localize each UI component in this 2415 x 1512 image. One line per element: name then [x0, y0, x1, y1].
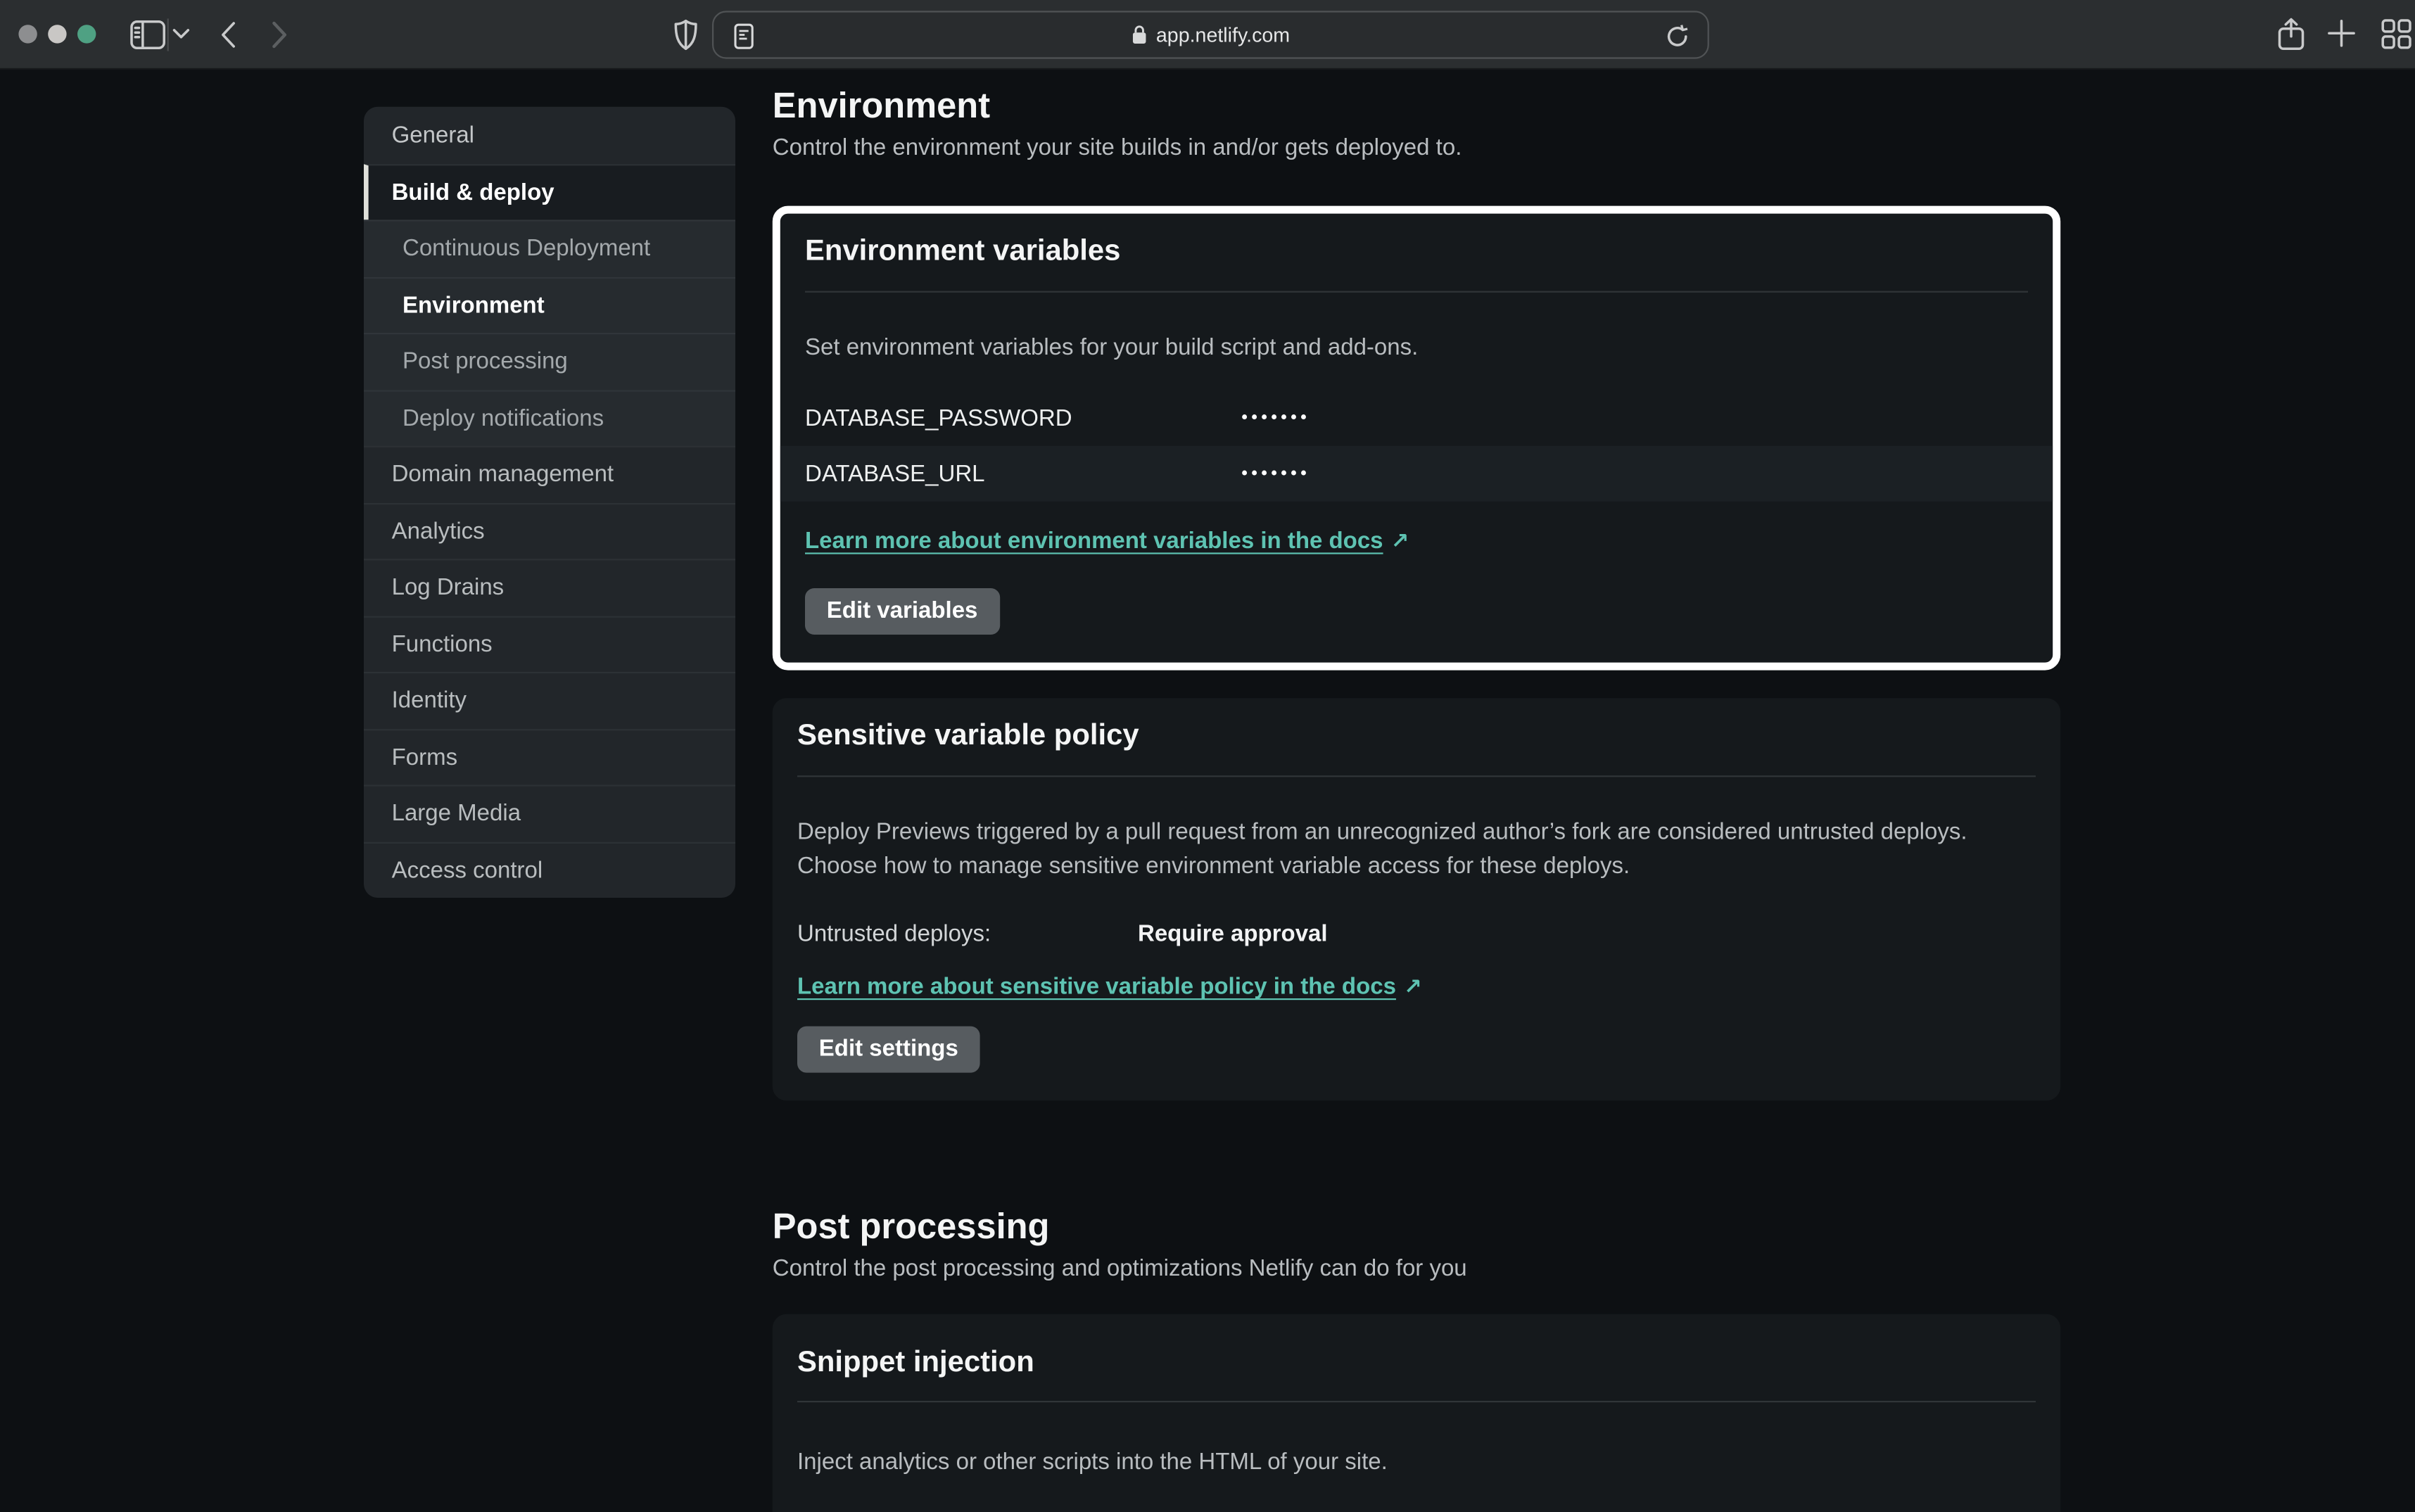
reload-button[interactable] [1666, 23, 1689, 57]
privacy-report-button[interactable] [673, 18, 698, 51]
share-button[interactable] [2277, 17, 2305, 51]
untrusted-deploys-label: Untrusted deploys: [797, 921, 1138, 947]
external-link-icon: ↗ [1404, 974, 1422, 998]
browser-toolbar: app.netlify.com [0, 0, 2415, 70]
env-var-row: DATABASE_URL ••••••• [780, 446, 2053, 502]
environment-section-description: Control the environment your site builds… [773, 133, 2060, 164]
snippet-injection-title: Snippet injection [797, 1345, 2036, 1383]
sidebar-item-analytics[interactable]: Analytics [364, 502, 735, 559]
settings-sidebar: General Build & deploy Continuous Deploy… [364, 107, 735, 898]
env-var-row: DATABASE_PASSWORD ••••••• [780, 390, 2053, 445]
environment-section-title: Environment [773, 84, 2060, 127]
sensitive-variable-policy-card: Sensitive variable policy Deploy Preview… [773, 698, 2060, 1100]
env-var-masked-value: ••••••• [1241, 464, 1310, 483]
sidebar-item-access-control[interactable]: Access control [364, 841, 735, 898]
sensitive-policy-description: Deploy Previews triggered by a pull requ… [797, 815, 1992, 884]
sidebar-item-deploy-notifications[interactable]: Deploy notifications [364, 389, 735, 445]
sidebar-item-functions[interactable]: Functions [364, 616, 735, 672]
untrusted-deploys-value: Require approval [1138, 921, 1328, 947]
netlify-settings-page: app.netlify.com [0, 0, 2415, 1512]
lock-icon [1132, 25, 1147, 45]
forward-icon [270, 20, 290, 50]
plus-icon [2327, 18, 2357, 48]
back-button[interactable] [218, 20, 239, 50]
post-processing-section-title: Post processing [773, 1205, 2060, 1248]
zoom-window-button[interactable] [77, 25, 96, 43]
chevron-down-icon [172, 28, 190, 41]
new-tab-button[interactable] [2327, 18, 2357, 48]
env-vars-docs-link[interactable]: Learn more about environment variables i… [805, 528, 1383, 554]
sidebar-item-general[interactable]: General [364, 107, 735, 163]
minimize-window-button[interactable] [48, 25, 66, 43]
sidebar-item-environment[interactable]: Environment [364, 277, 735, 333]
sidebar-toggle-icon [130, 20, 166, 50]
sidebar-menu-button[interactable] [172, 28, 190, 41]
forward-button[interactable] [270, 20, 290, 50]
card-divider [797, 775, 2036, 777]
environment-variables-card: Environment variables Set environment va… [773, 206, 2060, 671]
toolbar-divider [167, 18, 169, 51]
tab-overview-icon [2381, 18, 2412, 49]
snippet-injection-description: Inject analytics or other scripts into t… [797, 1446, 2036, 1480]
env-var-name: DATABASE_PASSWORD [805, 405, 1241, 431]
card-divider [797, 1401, 2036, 1402]
post-processing-section-description: Control the post processing and optimiza… [773, 1254, 2060, 1285]
close-window-button[interactable] [18, 25, 37, 43]
env-var-masked-value: ••••••• [1241, 409, 1310, 427]
url-display: app.netlify.com [714, 13, 1707, 58]
reload-icon [1666, 23, 1689, 49]
address-bar[interactable]: app.netlify.com [712, 11, 1709, 58]
shield-icon [673, 18, 698, 51]
sensitive-policy-docs-link[interactable]: Learn more about sensitive variable poli… [797, 974, 1396, 1000]
card-divider [805, 291, 2028, 293]
edit-variables-button[interactable]: Edit variables [805, 588, 999, 635]
edit-settings-button[interactable]: Edit settings [797, 1027, 980, 1073]
sidebar-item-post-processing[interactable]: Post processing [364, 333, 735, 389]
sidebar-item-domain-management[interactable]: Domain management [364, 446, 735, 502]
sidebar-item-continuous-deployment[interactable]: Continuous Deployment [364, 220, 735, 276]
sidebar-item-forms[interactable]: Forms [364, 728, 735, 784]
environment-variables-title: Environment variables [805, 234, 2028, 271]
sidebar-item-build-deploy[interactable]: Build & deploy [364, 163, 735, 220]
sidebar-item-large-media[interactable]: Large Media [364, 784, 735, 841]
env-var-name: DATABASE_URL [805, 461, 1241, 487]
share-icon [2277, 17, 2305, 51]
environment-variables-list: DATABASE_PASSWORD ••••••• DATABASE_URL •… [780, 390, 2053, 501]
sensitive-policy-title: Sensitive variable policy [797, 718, 2036, 756]
url-text: app.netlify.com [1156, 23, 1290, 46]
tab-overview-button[interactable] [2381, 18, 2412, 49]
settings-content: Environment Control the environment your… [773, 70, 2060, 1512]
back-icon [218, 20, 239, 50]
sidebar-item-identity[interactable]: Identity [364, 672, 735, 728]
snippet-injection-card: Snippet injection Inject analytics or ot… [773, 1314, 2060, 1512]
external-link-icon: ↗ [1391, 528, 1409, 552]
sidebar-toggle-button[interactable] [130, 20, 166, 50]
untrusted-deploys-row: Untrusted deploys: Require approval [797, 921, 2036, 947]
environment-variables-description: Set environment variables for your build… [805, 331, 2028, 365]
sidebar-item-log-drains[interactable]: Log Drains [364, 559, 735, 615]
